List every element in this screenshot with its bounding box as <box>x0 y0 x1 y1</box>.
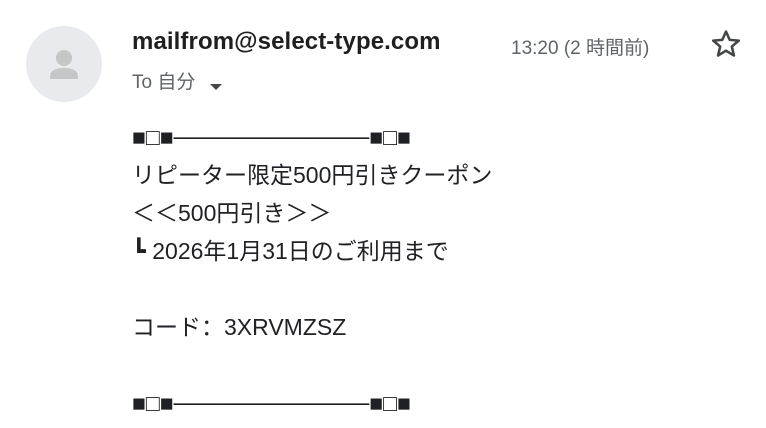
sender-email[interactable]: mailfrom@select-type.com <box>132 28 441 56</box>
coupon-code: コード：3XRVMZSZ <box>132 314 347 340</box>
message-body: ■□■────────────■□■ リピーター限定500円引きクーポン ＜＜5… <box>132 118 752 422</box>
coupon-discount: ＜＜500円引き＞＞ <box>132 200 332 226</box>
person-icon <box>50 50 78 79</box>
caret-down-icon <box>209 76 223 90</box>
divider-bottom: ■□■────────────■□■ <box>132 390 411 416</box>
message-timestamp: 13:20 (2 時間前) <box>511 38 650 59</box>
recipient-dropdown[interactable]: To 自分 <box>132 67 223 94</box>
email-message-view: mailfrom@select-type.com 13:20 (2 時間前) T… <box>0 0 766 428</box>
divider-top: ■□■────────────■□■ <box>132 124 411 150</box>
sender-avatar[interactable] <box>26 26 102 102</box>
coupon-expiry: ┗ 2026年1月31日のご利用まで <box>132 238 449 264</box>
coupon-title: リピーター限定500円引きクーポン <box>132 162 493 188</box>
star-button[interactable] <box>709 27 743 61</box>
star-outline-icon <box>711 30 741 57</box>
recipient-label: To 自分 <box>132 72 196 93</box>
